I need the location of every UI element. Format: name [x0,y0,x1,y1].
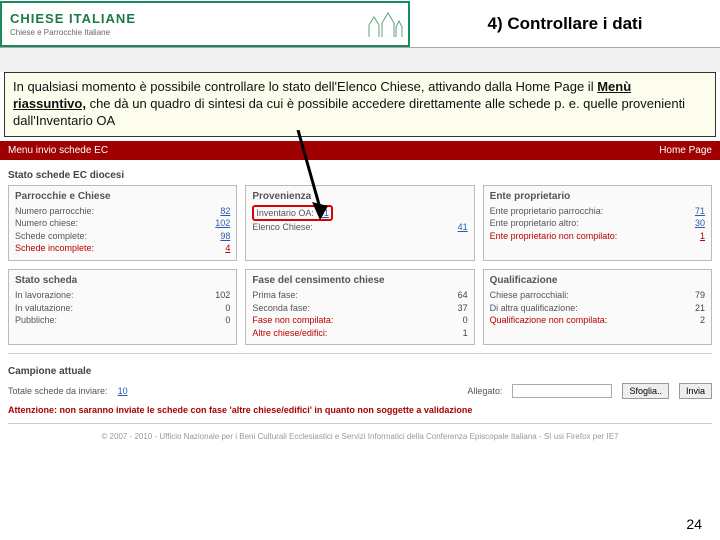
menu-bar: Menu invio schede EC Home Page [0,141,720,160]
card-parrocchie: Parrocchie e Chiese Numero parrocchie:82… [8,185,237,261]
card-fase: Fase del censimento chiese Prima fase:64… [245,269,474,345]
menu-bar-home-link[interactable]: Home Page [659,145,712,156]
link-ente-parrocchia[interactable]: 71 [695,205,705,218]
card-e-title: Fase del censimento chiese [252,275,467,286]
link-num-parrocchie[interactable]: 82 [220,205,230,218]
link-ente-altro[interactable]: 30 [695,217,705,230]
summary-panel: Stato schede EC diocesi Parrocchie e Chi… [0,160,720,446]
link-schede-complete[interactable]: 98 [220,230,230,243]
card-a-title: Parrocchie e Chiese [15,191,230,202]
link-ente-noncompilato[interactable]: 1 [700,230,705,243]
allegato-label: Allegato: [467,386,502,396]
logo-main: CHIESE ITALIANE [10,11,136,26]
cards-row-2: Stato scheda In lavorazione:102 In valut… [8,269,712,345]
info-text-2: che dà un quadro di sintesi da cui è pos… [13,96,685,128]
top-bar: CHIESE ITALIANE Chiese e Parrocchie Ital… [0,0,720,48]
card-ente: Ente proprietario Ente proprietario parr… [483,185,712,261]
page-title: 4) Controllare i dati [410,14,720,34]
link-elenco-chiese[interactable]: 41 [458,221,468,234]
divider [8,353,712,354]
logo: CHIESE ITALIANE Chiese e Parrocchie Ital… [0,1,410,47]
card-provenienza: Provenienza Inventario OA: 61 Elenco Chi… [245,185,474,261]
lower-row: Totale schede da inviare: 10 Allegato: S… [8,383,712,399]
cards-row-1: Parrocchie e Chiese Numero parrocchie:82… [8,185,712,261]
card-f-title: Qualificazione [490,275,705,286]
invia-button[interactable]: Invia [679,383,712,399]
background-peek [0,48,720,72]
card-qualificazione: Qualificazione Chiese parrocchiali:79 Di… [483,269,712,345]
card-d-title: Stato scheda [15,275,230,286]
sfoglia-button[interactable]: Sfoglia.. [622,383,669,399]
card-stato-scheda: Stato scheda In lavorazione:102 In valut… [8,269,237,345]
pointer-arrow-icon [290,130,330,230]
warning-line: Attenzione: non saranno inviate le sched… [8,405,712,415]
link-totale-schede[interactable]: 10 [118,386,128,396]
menu-bar-left: Menu invio schede EC [8,145,108,156]
link-schede-incomplete[interactable]: 4 [225,242,230,255]
section-state-title: Stato schede EC diocesi [8,170,712,181]
info-callout: In qualsiasi momento è possibile control… [4,72,716,137]
card-c-title: Ente proprietario [490,191,705,202]
logo-sub: Chiese e Parrocchie Italiane [10,28,136,37]
footer-text: © 2007 - 2010 - Ufficio Nazionale per i … [8,432,712,441]
link-num-chiese[interactable]: 102 [215,217,230,230]
page-number: 24 [686,516,702,532]
allegato-field[interactable] [512,384,612,398]
divider-2 [8,423,712,424]
info-text-1: In qualsiasi momento è possibile control… [13,79,597,94]
tot-label: Totale schede da inviare: [8,386,108,396]
church-silhouette-icon [364,7,404,43]
campione-title: Campione attuale [8,366,712,377]
card-b-title: Provenienza [252,191,467,202]
